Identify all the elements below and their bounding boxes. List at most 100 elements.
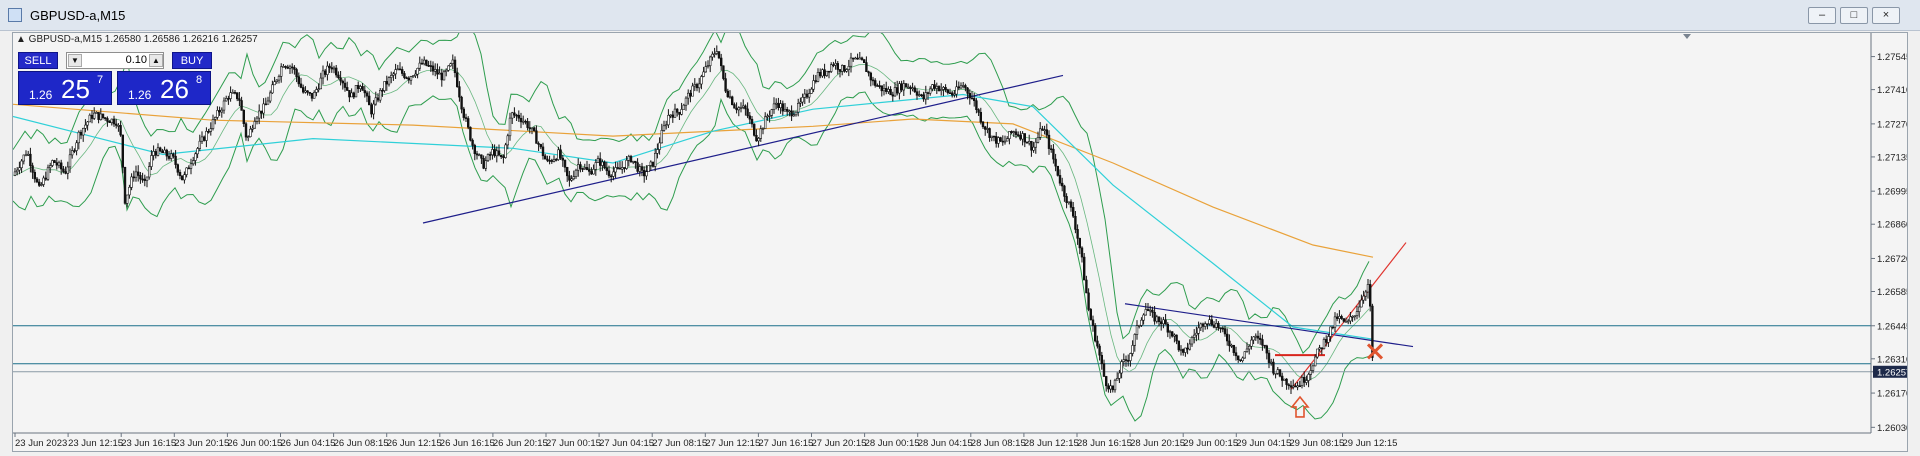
candle-body <box>834 63 837 66</box>
lot-size-value[interactable]: 0.10 <box>83 54 147 66</box>
candle-body <box>115 123 118 126</box>
candle-body <box>101 113 105 119</box>
minimize-button[interactable]: – <box>1808 7 1836 24</box>
candle-body <box>1241 357 1244 362</box>
candle-body <box>1369 284 1372 307</box>
candle-body <box>900 83 903 91</box>
candle-body <box>295 69 298 77</box>
candle-body <box>682 104 686 110</box>
candle-body <box>35 178 39 183</box>
candle-body <box>341 80 344 84</box>
candle-body <box>618 167 622 170</box>
candle-body <box>1157 316 1161 322</box>
candle-body <box>321 70 325 79</box>
candle-body <box>431 65 435 72</box>
candle-body <box>1232 344 1236 353</box>
candle-body <box>981 121 985 128</box>
candle-body <box>779 103 782 108</box>
time-label: 26 Jun 08:15 <box>334 438 389 449</box>
candle-body <box>906 86 910 89</box>
buy-price-box[interactable]: 1.26 26 8 <box>117 71 211 105</box>
candle-body <box>1067 201 1071 204</box>
candle-body <box>345 87 349 91</box>
maximize-button[interactable]: □ <box>1840 7 1868 24</box>
candle-body <box>821 69 824 77</box>
candle-body <box>400 69 404 74</box>
candle-body <box>1274 372 1277 375</box>
candle-body <box>486 154 490 161</box>
candle-body <box>851 57 855 60</box>
candle-body <box>464 117 468 119</box>
candle-body <box>258 110 261 119</box>
candle-body <box>139 175 142 180</box>
sell-button[interactable]: SELL <box>18 52 58 69</box>
candle-body <box>411 75 415 78</box>
candle-body <box>1272 361 1275 374</box>
candle-body <box>207 131 210 133</box>
candle-body <box>625 160 628 169</box>
candle-body <box>829 64 833 72</box>
candle-body <box>532 127 536 132</box>
candle-body <box>24 154 28 157</box>
candle-body <box>816 71 820 82</box>
candle-body <box>1221 327 1225 330</box>
candle-body <box>1153 311 1156 322</box>
candle-body <box>1208 319 1211 325</box>
candle-body <box>867 71 870 74</box>
candle-body <box>774 102 778 105</box>
candle-body <box>350 92 353 98</box>
candle-body <box>893 87 897 97</box>
candle-body <box>181 175 184 181</box>
candle-body <box>917 94 921 97</box>
time-label: 26 Jun 00:15 <box>227 438 282 449</box>
candle-body <box>565 167 569 177</box>
time-label: 23 Jun 16:15 <box>121 438 176 449</box>
candle-body <box>539 144 543 148</box>
candle-body <box>205 131 208 141</box>
sell-price-box[interactable]: 1.26 25 7 <box>18 71 112 105</box>
candle-body <box>172 153 175 157</box>
close-button[interactable]: × <box>1872 7 1900 24</box>
candle-body <box>1287 384 1291 387</box>
candle-body <box>1061 182 1064 187</box>
chart-area[interactable]: 1.275451.274101.272701.271351.269951.268… <box>12 22 1911 452</box>
candle-body <box>1142 314 1145 321</box>
candle-body <box>1294 385 1297 388</box>
candle-body <box>1047 134 1051 149</box>
candle-body <box>882 87 886 92</box>
candle-body <box>262 103 265 114</box>
candle-body <box>748 115 752 120</box>
buy-button[interactable]: BUY <box>172 52 212 69</box>
price-chart[interactable]: 1.275451.274101.272701.271351.269951.268… <box>12 22 1911 451</box>
candle-body <box>1032 146 1035 151</box>
lot-decrease-icon[interactable]: ▼ <box>68 54 82 67</box>
candle-body <box>108 121 111 124</box>
candle-body <box>1144 309 1148 316</box>
candle-body <box>389 75 393 78</box>
candle-body <box>156 147 160 156</box>
candle-body <box>189 163 193 169</box>
candle-body <box>1146 309 1150 312</box>
price-label: 1.26860 <box>1877 220 1907 231</box>
candle-body <box>757 138 760 142</box>
candle-body <box>137 171 140 176</box>
candle-body <box>1364 291 1368 297</box>
candle-body <box>792 114 796 117</box>
candle-body <box>620 167 624 170</box>
window-titlebar: GBPUSD-a,M15 – □ × <box>0 0 1920 31</box>
candle-body <box>521 120 525 123</box>
lot-size-field[interactable]: ▼ 0.10 ▲ <box>66 52 164 69</box>
candle-body <box>82 128 85 136</box>
candle-body <box>268 92 272 102</box>
candle-body <box>902 83 906 91</box>
candle-body <box>126 194 129 204</box>
candle-body <box>1270 361 1273 364</box>
candle-body <box>1065 196 1068 203</box>
candle-body <box>706 65 710 68</box>
candle-body <box>1175 334 1178 342</box>
candle-body <box>119 125 122 136</box>
candle-body <box>988 128 991 138</box>
candle-body <box>273 81 276 86</box>
lot-increase-icon[interactable]: ▲ <box>149 54 163 67</box>
candle-body <box>192 160 195 165</box>
